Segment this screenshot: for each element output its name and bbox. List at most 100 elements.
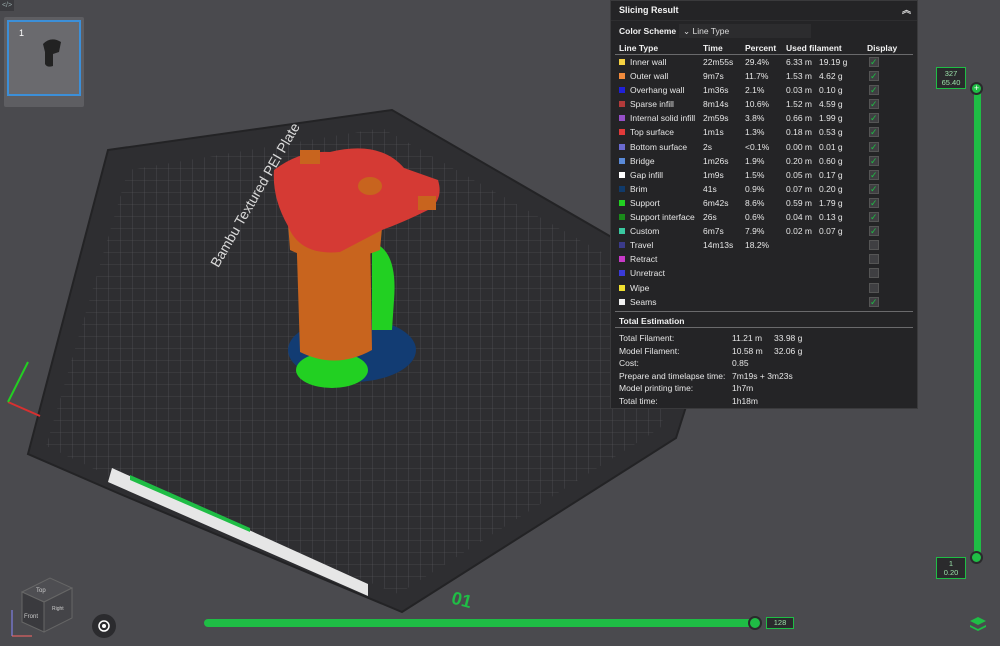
display-checkbox[interactable] — [869, 83, 879, 97]
display-checkbox[interactable] — [869, 224, 879, 238]
estimation-row: Total time: 1h18m — [619, 395, 909, 407]
line-type-weight: 0.10 g — [819, 85, 843, 96]
line-type-time: 26s — [703, 212, 717, 223]
color-swatch — [619, 129, 625, 136]
display-checkbox[interactable] — [869, 282, 879, 293]
view-cube-front: Front — [24, 614, 38, 620]
line-type-length: 0.66 m — [786, 113, 812, 124]
line-type-name: Wipe — [630, 282, 650, 293]
display-checkbox[interactable] — [869, 295, 879, 309]
color-scheme-value: Line Type — [692, 26, 730, 36]
line-type-weight: 4.62 g — [819, 71, 843, 82]
bottom-layer-height: 0.20 — [943, 568, 959, 577]
line-type-name: Bottom surface — [630, 141, 688, 152]
display-checkbox[interactable] — [869, 97, 879, 111]
color-swatch — [619, 199, 625, 206]
line-type-name: Overhang wall — [630, 85, 685, 96]
line-type-length: 0.02 m — [786, 226, 812, 237]
line-type-length: 0.18 m — [786, 127, 812, 138]
line-type-weight: 0.01 g — [819, 141, 843, 152]
header-percent: Percent — [745, 43, 777, 53]
layers-icon[interactable] — [968, 614, 988, 634]
line-type-percent: 11.7% — [745, 71, 769, 82]
camera-button[interactable] — [92, 614, 116, 638]
line-type-weight: 1.99 g — [819, 113, 843, 124]
color-swatch — [619, 256, 625, 263]
line-type-name: Retract — [630, 254, 658, 265]
sidebar-collapse-icon[interactable]: </> — [0, 0, 14, 11]
line-type-row: Brim 41s 0.9% 0.07 m 0.20 g — [611, 182, 917, 196]
display-checkbox[interactable] — [869, 69, 879, 83]
estimation-label: Model Filament: — [619, 345, 680, 356]
line-type-name: Seams — [630, 296, 657, 307]
view-cube[interactable]: Top Front Right — [8, 570, 78, 640]
plate-thumbnail-selected: 1 — [7, 20, 81, 96]
line-type-time: 22m55s — [703, 57, 734, 67]
line-type-percent: 1.9% — [745, 155, 765, 166]
display-checkbox[interactable] — [869, 196, 879, 210]
display-checkbox[interactable] — [869, 240, 879, 251]
line-type-name: Internal solid infill — [630, 113, 696, 124]
line-type-time: 6m42s — [703, 197, 729, 208]
display-checkbox[interactable] — [869, 268, 879, 279]
top-layer-number: 327 — [944, 69, 958, 78]
line-type-name: Bridge — [630, 155, 655, 166]
color-swatch — [619, 185, 625, 192]
line-type-percent: 1.5% — [745, 169, 765, 180]
line-type-row: Support interface 26s 0.6% 0.04 m 0.13 g — [611, 210, 917, 224]
line-type-row: Overhang wall 1m36s 2.1% 0.03 m 0.10 g — [611, 83, 917, 97]
estimation-value: 10.58 m — [732, 345, 763, 356]
color-scheme-dropdown[interactable]: ⌄ Line Type — [679, 24, 811, 38]
header-time: Time — [703, 43, 723, 53]
color-swatch — [619, 157, 625, 164]
display-checkbox[interactable] — [869, 55, 879, 69]
line-type-percent: 8.6% — [745, 197, 765, 208]
line-type-length: 1.52 m — [786, 99, 812, 110]
display-checkbox[interactable] — [869, 210, 879, 224]
display-checkbox[interactable] — [869, 140, 879, 154]
color-swatch — [619, 270, 625, 277]
line-type-row: Top surface 1m1s 1.3% 0.18 m 0.53 g — [611, 125, 917, 140]
line-type-percent: 18.2% — [745, 240, 770, 251]
display-checkbox[interactable] — [869, 154, 879, 168]
line-type-row: Custom 6m7s 7.9% 0.02 m 0.07 g — [611, 224, 917, 238]
layer-slider-track[interactable] — [974, 88, 981, 558]
line-type-name: Brim — [630, 183, 648, 194]
divider — [615, 311, 913, 312]
line-type-name: Travel — [630, 240, 654, 251]
line-type-row: Retract — [611, 252, 917, 266]
plate-thumbnail[interactable]: 1 — [4, 17, 84, 107]
move-slider-value: 128 — [766, 617, 794, 629]
display-checkbox[interactable] — [869, 125, 879, 140]
table-header: Line Type Time Percent Used filament Dis… — [611, 41, 917, 55]
estimation-row: Cost: 0.85 — [619, 357, 909, 369]
layer-slider-top-handle[interactable]: + — [970, 82, 983, 95]
line-type-percent: <0.1% — [745, 141, 770, 152]
line-type-weight: 0.13 g — [819, 212, 843, 223]
slicing-result-panel: Slicing Result ︽ Color Scheme ⌄ Line Typ… — [610, 0, 918, 409]
color-swatch — [619, 171, 625, 178]
line-type-length: 0.59 m — [786, 197, 812, 208]
line-type-time: 1m36s — [703, 85, 729, 96]
line-type-time: 2m59s — [703, 113, 729, 124]
display-checkbox[interactable] — [869, 111, 879, 125]
display-checkbox[interactable] — [869, 254, 879, 265]
display-checkbox[interactable] — [869, 182, 879, 196]
line-type-time: 1m9s — [703, 169, 724, 180]
layer-slider-bottom-handle[interactable] — [970, 551, 983, 564]
display-checkbox[interactable] — [869, 168, 879, 182]
collapse-icon[interactable]: ︽ — [902, 1, 911, 20]
move-slider-track[interactable] — [204, 619, 760, 627]
line-type-name: Gap infill — [630, 169, 664, 180]
line-type-weight: 0.17 g — [819, 169, 843, 180]
move-slider-handle[interactable] — [748, 616, 762, 630]
line-type-length: 0.00 m — [786, 141, 812, 152]
estimation-title: Total Estimation — [619, 316, 685, 326]
line-type-row: Travel 14m13s 18.2% — [611, 238, 917, 252]
line-type-name: Top surface — [630, 127, 674, 138]
line-type-percent: 0.6% — [745, 212, 765, 223]
line-type-time: 6m7s — [703, 226, 724, 237]
line-type-name: Unretract — [630, 268, 665, 279]
color-swatch — [619, 73, 625, 80]
model-thumbnail-icon — [43, 39, 61, 67]
